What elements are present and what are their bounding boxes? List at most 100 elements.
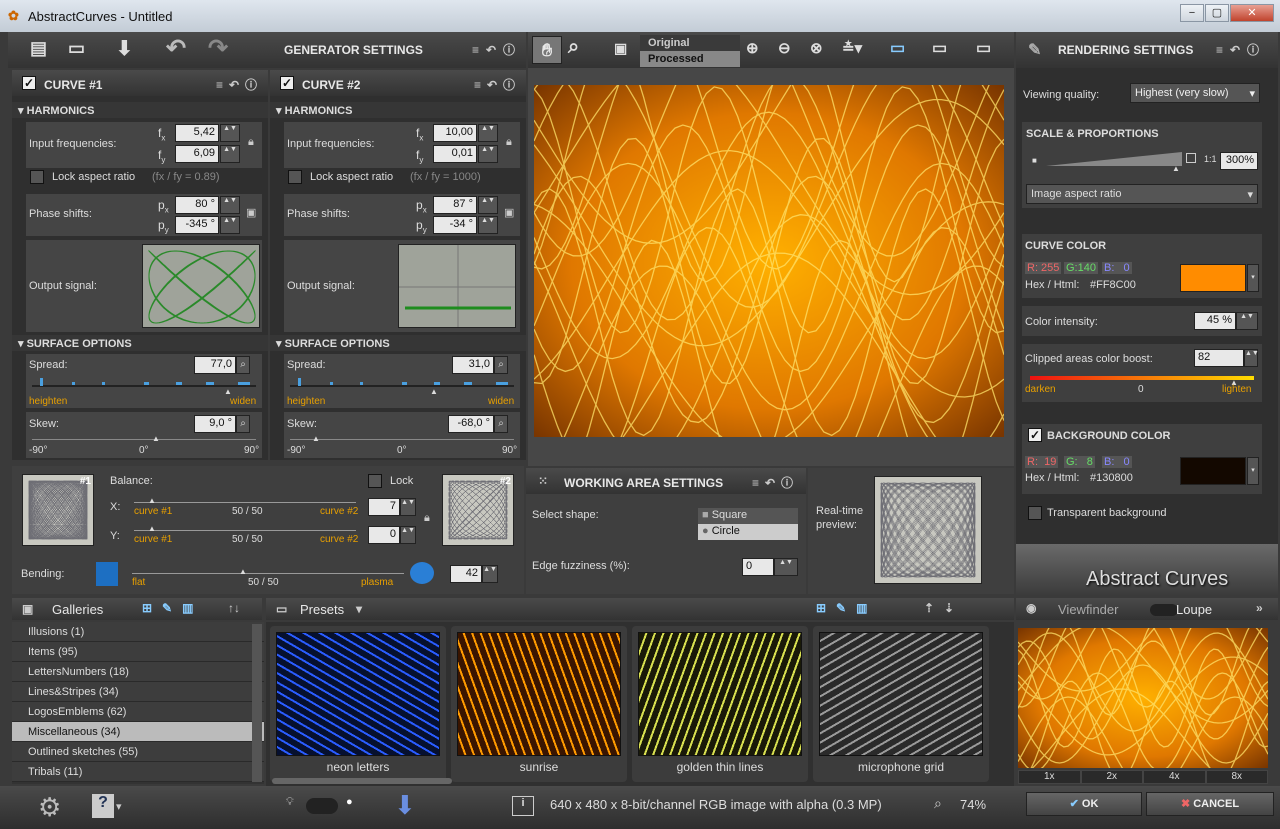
scale-thumb[interactable]: ▲ bbox=[1172, 164, 1180, 173]
panel-menu-icons[interactable]: ≡↶ⓘ bbox=[472, 41, 522, 58]
expand-icon[interactable]: » bbox=[1256, 601, 1263, 615]
ok-button[interactable]: ✔ OK bbox=[1026, 792, 1142, 816]
curve2-fy-stepper[interactable]: ▲▼ bbox=[478, 145, 498, 163]
curve1-skew-input[interactable]: 9,0 ° bbox=[194, 415, 236, 433]
spread-thumb[interactable]: ▲ bbox=[224, 387, 232, 396]
curve1-py-input[interactable]: -345 ° bbox=[175, 216, 219, 234]
shape-circle-option[interactable]: ● Circle bbox=[698, 524, 798, 540]
balance-x-input[interactable]: 7 bbox=[368, 498, 400, 516]
galleries-scrollbar[interactable] bbox=[252, 624, 262, 782]
loupe-title[interactable]: Loupe bbox=[1176, 602, 1212, 617]
gallery-item[interactable]: Items (95) bbox=[12, 642, 264, 662]
curve1-spread-input[interactable]: 77,0 bbox=[194, 356, 236, 374]
undo-icon[interactable]: ↶ bbox=[166, 34, 186, 63]
help-dropdown-icon[interactable]: ▾ bbox=[116, 800, 122, 813]
cancel-button[interactable]: ✖ CANCEL bbox=[1146, 792, 1274, 816]
original-view-button[interactable]: Original bbox=[640, 35, 740, 51]
hex-value[interactable]: #FF8C00 bbox=[1090, 279, 1136, 291]
balance-y-thumb[interactable]: ▲ bbox=[148, 524, 156, 533]
new-file-icon[interactable]: ▤ bbox=[30, 38, 47, 59]
curve2-skew-input[interactable]: -68,0 ° bbox=[448, 415, 494, 433]
curve2-enable-checkbox[interactable]: ✓ bbox=[280, 76, 294, 90]
curve1-surface-header[interactable]: ▾ SURFACE OPTIONS bbox=[12, 335, 268, 351]
curve1-harmonics-header[interactable]: ▾ HARMONICS bbox=[12, 102, 268, 118]
skew-thumb[interactable]: ▲ bbox=[152, 434, 160, 443]
point-options-icon[interactable]: ≛▾ bbox=[842, 39, 862, 57]
actual-size-icon[interactable]: ▭ bbox=[932, 38, 947, 58]
shape-square-option[interactable]: ■ Square bbox=[698, 508, 798, 524]
bending-thumb[interactable]: ▲ bbox=[239, 567, 247, 576]
curve2-py-stepper[interactable]: ▲▼ bbox=[478, 216, 498, 234]
curve-color-swatch[interactable] bbox=[1180, 264, 1246, 292]
preset-card[interactable]: sunrise bbox=[451, 626, 627, 782]
sort-icons[interactable]: ↑↓ bbox=[228, 601, 240, 615]
curve1-fy-input[interactable]: 6,09 bbox=[175, 145, 219, 163]
curve2-surface-header[interactable]: ▾ SURFACE OPTIONS bbox=[270, 335, 526, 351]
curve2-px-input[interactable]: 87 ° bbox=[433, 196, 477, 214]
reset-phase-icon[interactable]: ▣ bbox=[246, 206, 256, 219]
viewfinder-title[interactable]: Viewfinder bbox=[1058, 602, 1118, 617]
curve1-fx-stepper[interactable]: ▲▼ bbox=[220, 124, 240, 142]
viewfinder-image[interactable] bbox=[1018, 628, 1268, 768]
gallery-item[interactable]: Lines&Stripes (34) bbox=[12, 682, 264, 702]
curve2-fx-input[interactable]: 10,00 bbox=[433, 124, 477, 142]
balance-x-slider[interactable] bbox=[134, 502, 356, 503]
curve2-menu-icons[interactable]: ≡↶ⓘ bbox=[474, 76, 521, 93]
skew-thumb[interactable]: ▲ bbox=[312, 434, 320, 443]
curve1-enable-checkbox[interactable]: ✓ bbox=[22, 76, 36, 90]
clear-points-icon[interactable]: ⊗ bbox=[810, 39, 823, 57]
save-icon[interactable]: ⬇ bbox=[116, 36, 133, 61]
viewfinder-zoom-option[interactable]: 8x bbox=[1205, 770, 1268, 784]
balance-y-stepper[interactable]: ▲▼ bbox=[400, 526, 416, 544]
viewfinder-zoom-option[interactable]: 4x bbox=[1143, 770, 1206, 784]
remove-point-icon[interactable]: ⊖ bbox=[778, 39, 791, 57]
fit-image-icon[interactable]: ▭ bbox=[890, 38, 905, 58]
gallery-item[interactable]: Tribals (11) bbox=[12, 762, 264, 782]
viewing-quality-select[interactable]: Highest (very slow) ▾ bbox=[1130, 83, 1260, 103]
gallery-item[interactable]: Outlined sketches (55) bbox=[12, 742, 264, 762]
curve2-harmonics-header[interactable]: ▾ HARMONICS bbox=[270, 102, 526, 118]
maximize-button[interactable]: ▢ bbox=[1205, 4, 1229, 22]
processed-view-button[interactable]: Processed bbox=[640, 51, 740, 67]
light-toggle[interactable] bbox=[306, 798, 338, 814]
balance-lock-checkbox[interactable] bbox=[368, 474, 382, 488]
lock-icon[interactable]: 🔒︎ bbox=[248, 136, 254, 149]
curve2-spread-input[interactable]: 31,0 bbox=[452, 356, 494, 374]
curve1-px-input[interactable]: 80 ° bbox=[175, 196, 219, 214]
reset-phase-icon[interactable]: ▣ bbox=[504, 206, 514, 219]
bending-stepper[interactable]: ▲▼ bbox=[482, 565, 498, 583]
gallery-item[interactable]: Illusions (1) bbox=[12, 622, 264, 642]
main-preview-image[interactable] bbox=[534, 85, 1004, 437]
presets-title[interactable]: Presets bbox=[300, 602, 344, 617]
viewfinder-toggle[interactable] bbox=[1150, 604, 1178, 616]
zoom-tool-icon[interactable]: ⌕ bbox=[568, 36, 579, 59]
curve1-fy-stepper[interactable]: ▲▼ bbox=[220, 145, 240, 163]
bending-slider[interactable] bbox=[132, 573, 404, 574]
import-export-icons[interactable]: ⇡⇣ bbox=[924, 601, 964, 615]
curve1-lock-aspect-checkbox[interactable] bbox=[30, 170, 44, 184]
minimize-button[interactable]: − bbox=[1180, 4, 1204, 22]
curve1-py-stepper[interactable]: ▲▼ bbox=[220, 216, 240, 234]
preset-card[interactable]: microphone grid bbox=[813, 626, 989, 782]
rendering-menu-icons[interactable]: ≡↶ⓘ bbox=[1216, 41, 1266, 58]
curve2-px-stepper[interactable]: ▲▼ bbox=[478, 196, 498, 214]
curve2-skew-slider[interactable] bbox=[290, 439, 514, 440]
image-toggle-icon[interactable]: ▣ bbox=[614, 40, 627, 57]
fullscreen-icon[interactable]: ▭ bbox=[976, 38, 991, 58]
magnify-icon[interactable]: ⌕ bbox=[236, 356, 250, 374]
curve2-lock-aspect-checkbox[interactable] bbox=[288, 170, 302, 184]
curve2-py-input[interactable]: -34 ° bbox=[433, 216, 477, 234]
curve1-spread-slider[interactable] bbox=[32, 385, 256, 387]
help-icon[interactable]: ? bbox=[92, 794, 114, 818]
ratio-label[interactable]: 1:1 bbox=[1204, 154, 1217, 164]
magnify-icon[interactable]: ⌕ bbox=[494, 415, 508, 433]
curve2-fx-stepper[interactable]: ▲▼ bbox=[478, 124, 498, 142]
add-point-icon[interactable]: ⊕ bbox=[746, 39, 759, 57]
curve1-fx-input[interactable]: 5,42 bbox=[175, 124, 219, 142]
aspect-ratio-select[interactable]: Image aspect ratio ▾ bbox=[1026, 184, 1258, 204]
presets-scrollbar[interactable] bbox=[272, 778, 452, 784]
gallery-action-icons[interactable]: ⊞✎▥ bbox=[142, 601, 203, 615]
lock-icon[interactable]: 🔒︎ bbox=[424, 512, 430, 525]
balance-x-stepper[interactable]: ▲▼ bbox=[400, 498, 416, 516]
curve-color-dropdown[interactable]: ▾ bbox=[1247, 264, 1259, 292]
